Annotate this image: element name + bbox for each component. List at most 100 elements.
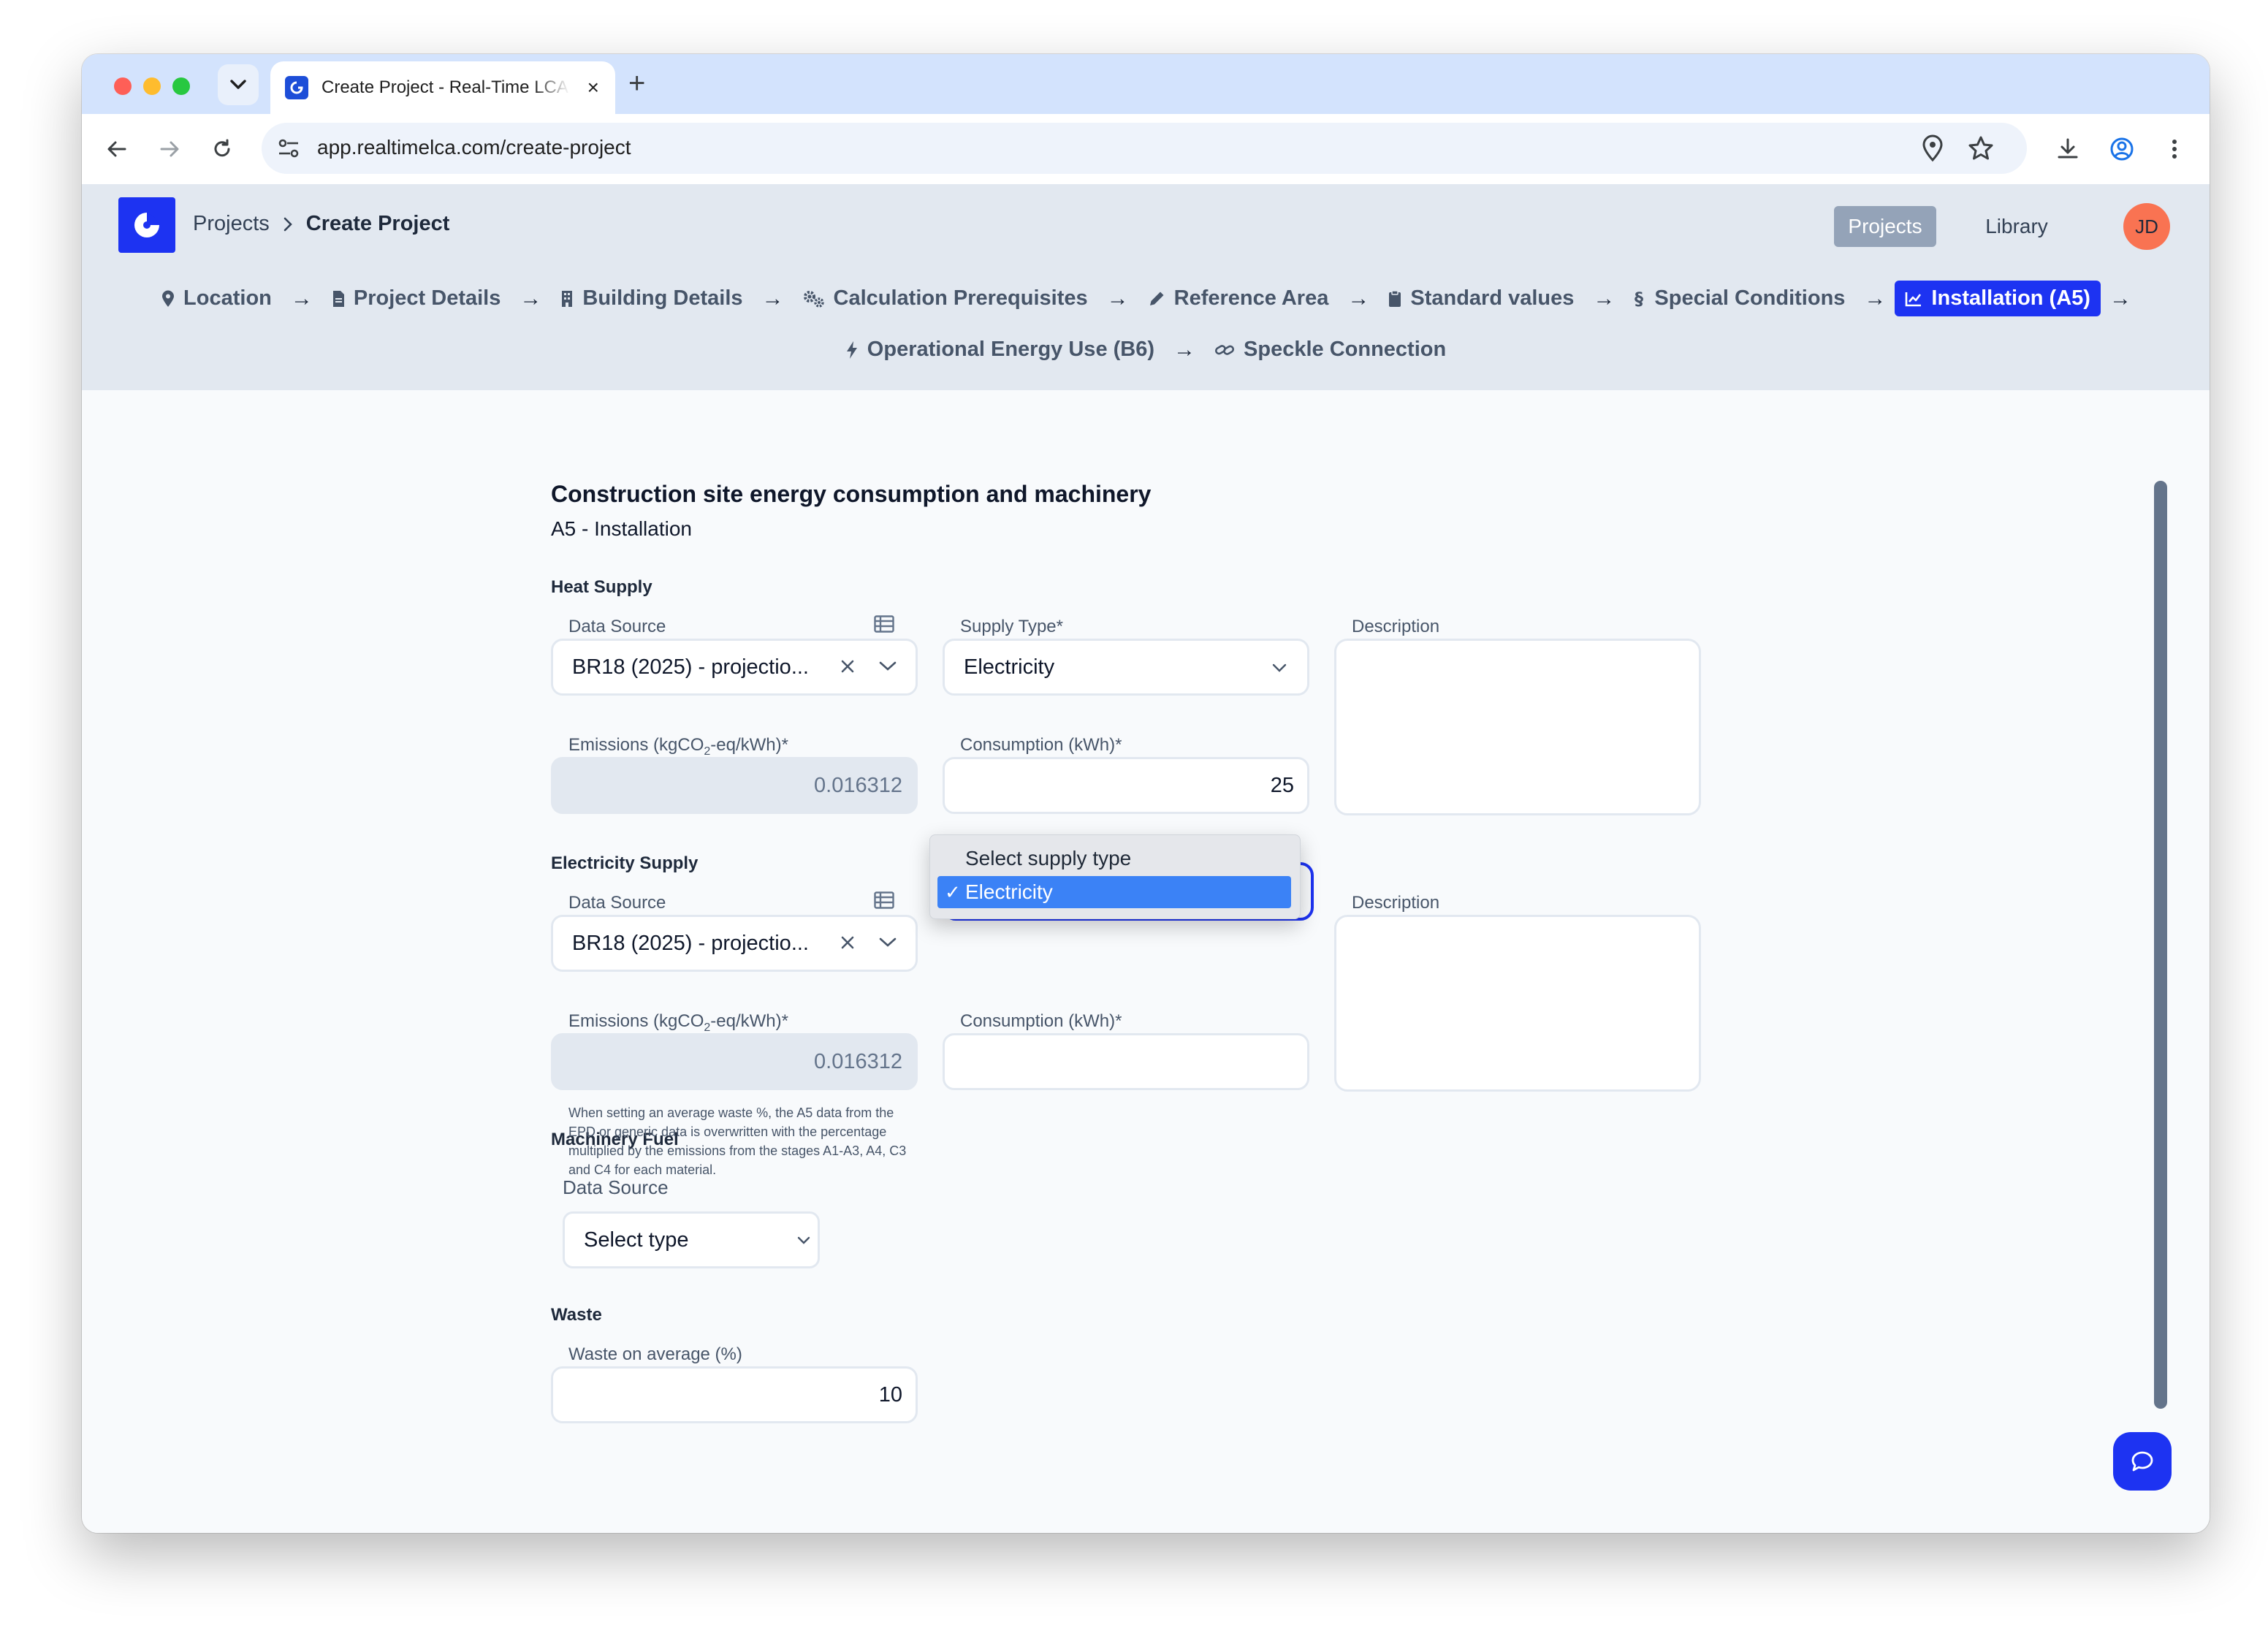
nav-library-button[interactable]: Library	[1966, 206, 2068, 247]
scrollbar[interactable]	[2154, 481, 2167, 1409]
step-arrow: →	[1106, 286, 1129, 311]
browser-menu-button[interactable]	[2157, 132, 2192, 167]
heat-consumption-input[interactable]: 25	[943, 757, 1309, 814]
step-arrow: →	[1347, 286, 1370, 311]
step-installation-a5[interactable]: Installation (A5)	[1895, 281, 2101, 316]
new-tab-button[interactable]: +	[628, 66, 645, 101]
cogs-icon	[803, 290, 824, 308]
option-electricity[interactable]: ✓ Electricity	[937, 876, 1291, 908]
step-calculation-prerequisites[interactable]: Calculation Prerequisites	[793, 281, 1098, 316]
site-settings-icon[interactable]	[276, 136, 301, 164]
step-speckle-connection[interactable]: Speckle Connection	[1204, 332, 1456, 368]
chevron-down-icon	[230, 80, 246, 89]
step-navigation: Location → Project Details → Building De…	[82, 266, 2210, 390]
step-building-details[interactable]: Building Details	[550, 281, 753, 316]
link-icon	[1214, 344, 1235, 355]
main-content: Construction site energy consumption and…	[82, 390, 2210, 1533]
browser-tab-active[interactable]: Create Project - Real-Time LCA ×	[270, 61, 615, 114]
minimize-window-button[interactable]	[143, 77, 161, 95]
maximize-window-button[interactable]	[172, 77, 190, 95]
heat-emissions-label: Emissions (kgCO2-eq/kWh)*	[568, 735, 788, 758]
tab-search-button[interactable]	[218, 64, 259, 105]
chat-button[interactable]	[2113, 1432, 2172, 1491]
electricity-consumption-label: Consumption (kWh)*	[960, 1011, 1122, 1031]
map-pin-icon	[162, 290, 175, 307]
heat-data-source-label: Data Source	[568, 617, 666, 636]
download-icon	[2058, 138, 2078, 159]
account-circle-icon	[2110, 137, 2134, 161]
waste-helper-text: When setting an average waste %, the A5 …	[568, 1105, 907, 1177]
step-arrow: →	[1864, 286, 1887, 311]
browser-window: Create Project - Real-Time LCA × + app.r…	[82, 54, 2210, 1533]
electricity-data-source-select[interactable]: BR18 (2025) - projectio...	[551, 915, 918, 972]
page-subtitle: A5 - Installation	[551, 517, 692, 540]
waste-percent-input[interactable]: 10	[551, 1366, 918, 1423]
tab-strip: Create Project - Real-Time LCA × +	[82, 54, 2210, 114]
heat-consumption-label: Consumption (kWh)*	[960, 735, 1122, 755]
heat-supply-type-select[interactable]: Electricity	[943, 639, 1309, 696]
machinery-type-select[interactable]: Select type	[563, 1211, 820, 1268]
chat-bubble-icon	[2131, 1451, 2153, 1472]
step-location[interactable]: Location	[151, 281, 282, 316]
table-icon[interactable]	[874, 891, 894, 913]
table-icon[interactable]	[874, 615, 894, 636]
breadcrumb: Projects Create Project	[193, 212, 449, 236]
clear-icon[interactable]	[840, 935, 856, 954]
forward-button[interactable]	[152, 132, 187, 167]
electricity-emissions-input: 0.016312	[551, 1033, 918, 1090]
step-project-details[interactable]: Project Details	[321, 281, 511, 316]
section-electricity-supply: Electricity Supply	[551, 853, 699, 873]
close-window-button[interactable]	[114, 77, 132, 95]
pencil-icon	[1149, 292, 1164, 305]
url-text: app.realtimelca.com/create-project	[317, 136, 631, 159]
profile-button[interactable]	[2104, 132, 2139, 167]
arrow-left-icon	[107, 141, 126, 157]
electricity-consumption-input[interactable]	[943, 1033, 1309, 1090]
breadcrumb-projects[interactable]: Projects	[193, 212, 270, 236]
logo-icon	[134, 213, 159, 237]
address-bar[interactable]: app.realtimelca.com/create-project	[262, 123, 2027, 174]
chart-line-icon	[1906, 292, 1922, 306]
step-arrow: →	[761, 286, 784, 311]
document-icon	[332, 290, 344, 307]
chevron-down-icon	[1272, 663, 1287, 676]
chevron-down-icon	[879, 661, 897, 675]
page-title: Construction site energy consumption and…	[551, 481, 1152, 507]
chevron-right-icon	[284, 217, 292, 231]
browser-toolbar: app.realtimelca.com/create-project	[82, 114, 2210, 184]
tab-title: Create Project - Real-Time LCA	[321, 77, 568, 97]
step-arrow: →	[1173, 337, 1196, 362]
heat-data-source-select[interactable]: BR18 (2025) - projectio...	[551, 639, 918, 696]
arrow-right-icon	[160, 141, 179, 157]
reload-button[interactable]	[205, 132, 240, 167]
section-waste: Waste	[551, 1305, 602, 1325]
machinery-data-source-label: Data Source	[563, 1176, 669, 1198]
step-operational-energy-b6[interactable]: Operational Energy Use (B6)	[835, 332, 1165, 368]
check-icon: ✓	[945, 881, 961, 903]
downloads-button[interactable]	[2050, 132, 2085, 167]
bookmark-star-icon[interactable]	[1967, 134, 1995, 166]
electricity-description-label: Description	[1352, 893, 1440, 913]
avatar[interactable]: JD	[2123, 203, 2170, 250]
electricity-description-textarea[interactable]	[1334, 915, 1701, 1092]
section-heat-supply: Heat Supply	[551, 577, 652, 597]
heat-description-textarea[interactable]	[1334, 639, 1701, 815]
step-arrow: →	[520, 286, 542, 311]
step-standard-values[interactable]: Standard values	[1378, 281, 1584, 316]
more-vertical-icon	[2172, 140, 2177, 159]
clear-icon[interactable]	[840, 658, 856, 678]
supply-type-dropdown: Select supply type ✓ Electricity	[929, 834, 1301, 919]
breadcrumb-current: Create Project	[305, 212, 450, 235]
clipboard-icon	[1389, 289, 1401, 307]
location-pin-icon[interactable]	[1920, 134, 1945, 166]
bolt-icon	[846, 340, 857, 359]
step-row-1: Location → Project Details → Building De…	[82, 281, 2210, 316]
app-logo[interactable]	[118, 197, 175, 253]
back-button[interactable]	[99, 132, 134, 167]
step-special-conditions[interactable]: § Special Conditions	[1624, 281, 1855, 316]
nav-projects-button[interactable]: Projects	[1834, 206, 1936, 247]
heat-emissions-input: 0.016312	[551, 757, 918, 814]
step-reference-area[interactable]: Reference Area	[1138, 281, 1339, 316]
option-select-supply-type[interactable]: Select supply type	[937, 842, 1291, 875]
tab-close-icon[interactable]: ×	[587, 76, 599, 99]
